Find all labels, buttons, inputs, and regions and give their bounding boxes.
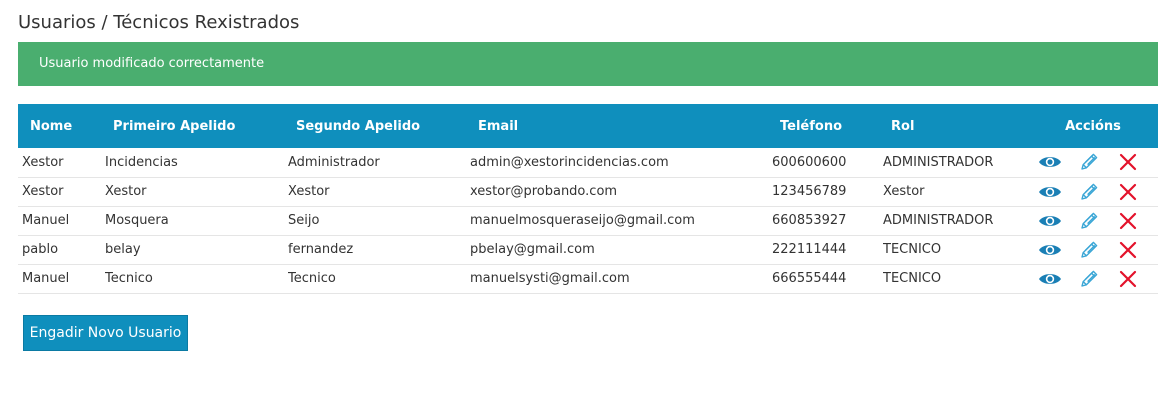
cell-primeiro-apelido: Mosquera: [105, 213, 169, 228]
column-header-accions: Accións: [1028, 104, 1158, 148]
cell-actions: [1028, 264, 1158, 293]
table-header: Nome Primeiro Apelido Segundo Apelido Em…: [18, 104, 1158, 148]
cell-segundo-apelido: fernandez: [288, 242, 354, 257]
row-actions: [1028, 181, 1158, 203]
cell-nome: Xestor: [22, 184, 64, 199]
table-row: Manuel Tecnico Tecnico manuelsysti@gmail…: [18, 264, 1158, 293]
cell-actions: [1028, 206, 1158, 235]
close-icon[interactable]: [1116, 239, 1140, 261]
eye-icon[interactable]: [1038, 151, 1062, 173]
cell-primeiro-apelido: Incidencias: [105, 154, 178, 170]
eye-icon[interactable]: [1038, 268, 1062, 290]
cell-email: admin@xestorincidencias.com: [470, 154, 669, 170]
pencil-icon[interactable]: [1077, 268, 1101, 290]
cell-segundo-apelido: Administrador: [288, 154, 380, 170]
cell-email: manuelsysti@gmail.com: [470, 271, 630, 286]
cell-actions: [1028, 148, 1158, 177]
cell-telefono: 660853927: [772, 213, 847, 228]
cell-telefono: 123456789: [772, 184, 847, 199]
cell-nome: Manuel: [22, 271, 70, 286]
cell-nome: Xestor: [22, 154, 64, 170]
cell-primeiro-apelido: belay: [105, 242, 141, 257]
cell-email: manuelmosqueraseijo@gmail.com: [470, 213, 695, 228]
cell-telefono: 222111444: [772, 242, 847, 257]
cell-rol: TECNICO: [883, 271, 942, 286]
table-row: pablo belay fernandez pbelay@gmail.com 2…: [18, 235, 1158, 264]
cell-rol: ADMINISTRADOR: [883, 213, 994, 228]
column-header-primeiro-apelido: Primeiro Apelido: [105, 104, 288, 148]
column-header-telefono: Teléfono: [772, 104, 883, 148]
column-header-email: Email: [470, 104, 772, 148]
cell-rol: ADMINISTRADOR: [883, 154, 994, 170]
table-body: Xestor Incidencias Administrador admin@x…: [18, 148, 1158, 293]
cell-primeiro-apelido: Tecnico: [105, 271, 153, 286]
eye-icon[interactable]: [1038, 239, 1062, 261]
cell-segundo-apelido: Tecnico: [288, 271, 336, 286]
cell-email: xestor@probando.com: [470, 184, 618, 199]
cell-segundo-apelido: Xestor: [288, 184, 330, 199]
add-new-user-button[interactable]: Engadir Novo Usuario: [23, 315, 188, 351]
users-table-container: Nome Primeiro Apelido Segundo Apelido Em…: [18, 104, 1158, 294]
cell-nome: Manuel: [22, 213, 70, 228]
pencil-icon[interactable]: [1077, 151, 1101, 173]
cell-nome: pablo: [22, 242, 59, 257]
cell-actions: [1028, 235, 1158, 264]
close-icon[interactable]: [1116, 181, 1140, 203]
close-icon[interactable]: [1116, 210, 1140, 232]
alert-message: Usuario modificado correctamente: [39, 56, 265, 71]
table-row: Manuel Mosquera Seijo manuelmosqueraseij…: [18, 206, 1158, 235]
close-icon[interactable]: [1116, 151, 1140, 173]
row-actions: [1028, 268, 1158, 290]
column-header-nome: Nome: [18, 104, 105, 148]
table-row: Xestor Incidencias Administrador admin@x…: [18, 148, 1158, 177]
eye-icon[interactable]: [1038, 181, 1062, 203]
row-actions: [1028, 151, 1158, 173]
row-actions: [1028, 210, 1158, 232]
row-actions: [1028, 239, 1158, 261]
table-row: Xestor Xestor Xestor xestor@probando.com…: [18, 177, 1158, 206]
success-alert: Usuario modificado correctamente: [18, 42, 1158, 86]
close-icon[interactable]: [1116, 268, 1140, 290]
pencil-icon[interactable]: [1077, 181, 1101, 203]
page: Usuarios / Técnicos Rexistrados Usuario …: [0, 0, 1167, 410]
cell-rol: TECNICO: [883, 242, 942, 257]
column-header-rol: Rol: [883, 104, 1028, 148]
header-row: Nome Primeiro Apelido Segundo Apelido Em…: [18, 104, 1158, 148]
cell-email: pbelay@gmail.com: [470, 242, 595, 257]
cell-rol: Xestor: [883, 184, 925, 199]
pencil-icon[interactable]: [1077, 239, 1101, 261]
pencil-icon[interactable]: [1077, 210, 1101, 232]
users-table: Nome Primeiro Apelido Segundo Apelido Em…: [18, 104, 1158, 294]
column-header-segundo-apelido: Segundo Apelido: [288, 104, 470, 148]
cell-actions: [1028, 177, 1158, 206]
eye-icon[interactable]: [1038, 210, 1062, 232]
cell-telefono: 600600600: [772, 154, 847, 170]
cell-primeiro-apelido: Xestor: [105, 184, 147, 199]
cell-segundo-apelido: Seijo: [288, 213, 320, 228]
page-title: Usuarios / Técnicos Rexistrados: [18, 12, 300, 33]
cell-telefono: 666555444: [772, 271, 847, 286]
